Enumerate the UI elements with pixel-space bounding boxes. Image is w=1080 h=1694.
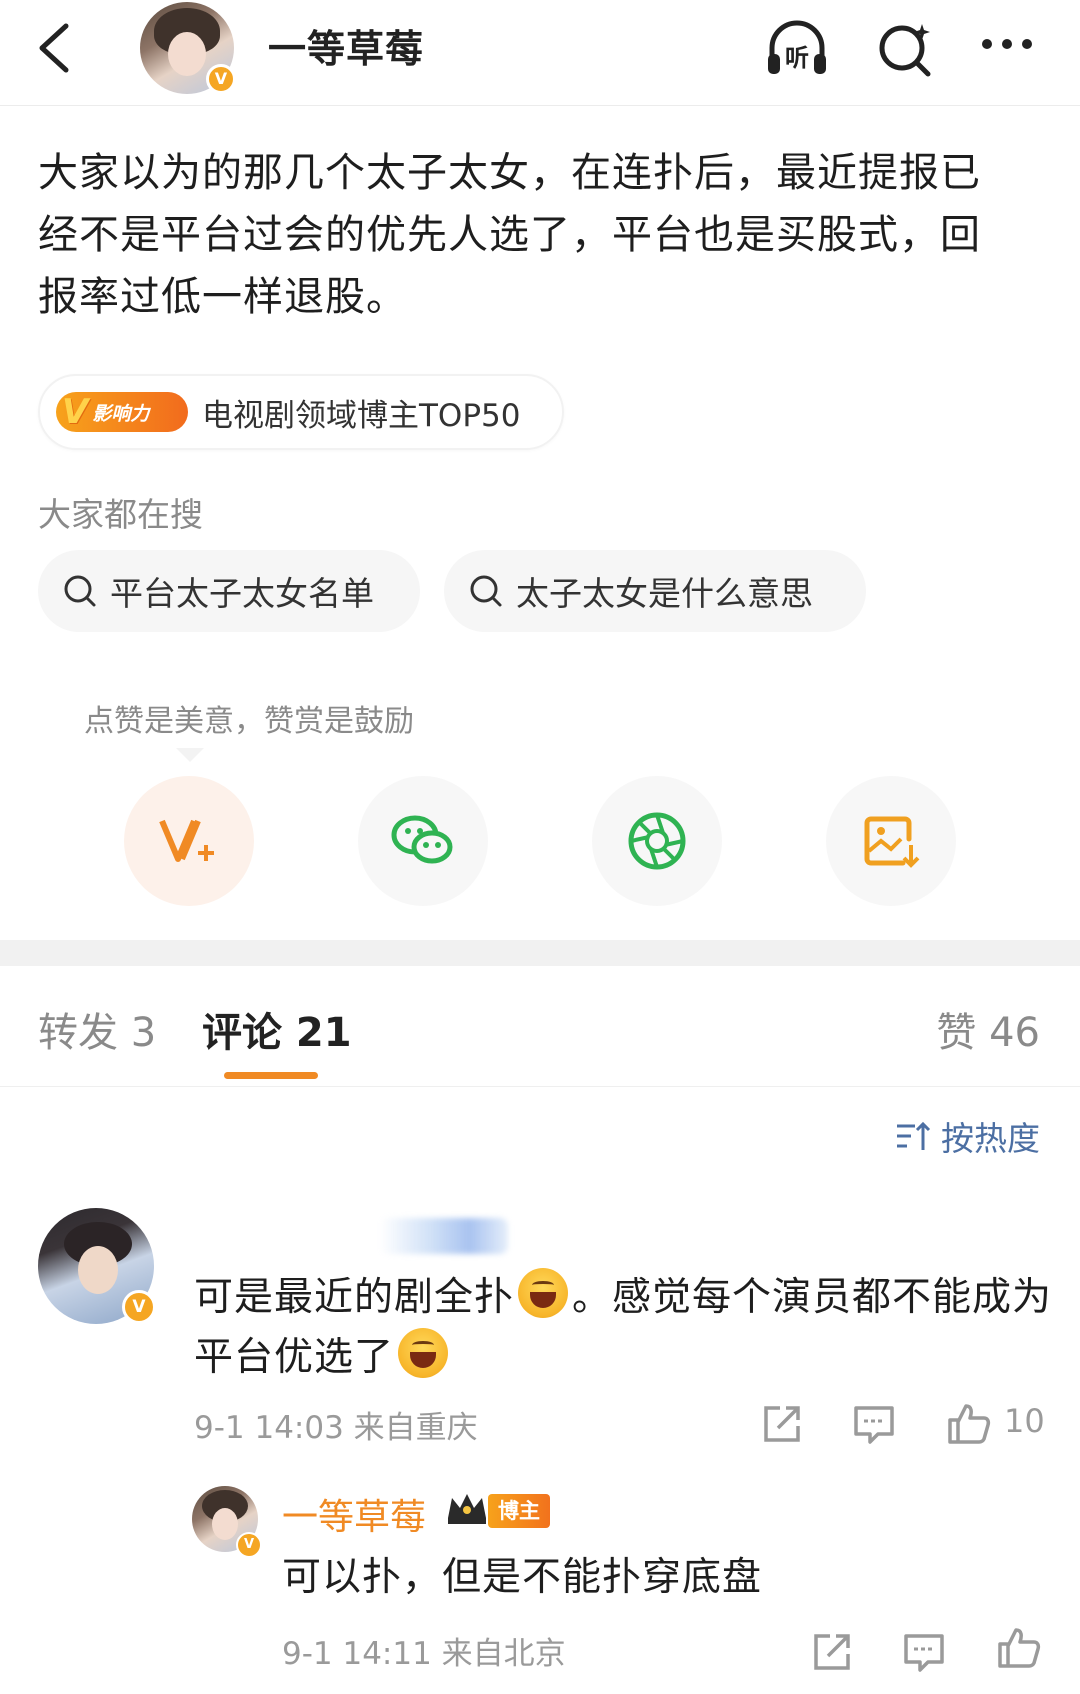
comment-text-part: 可是最近的剧全扑 bbox=[194, 1275, 515, 1320]
author-badge: 博主 bbox=[488, 1494, 550, 1528]
reward-tip: 点赞是美意，赞赏是鼓励 bbox=[84, 704, 414, 739]
share-wechat-button[interactable] bbox=[358, 776, 488, 906]
search-chip-label: 平台太子太女名单 bbox=[110, 574, 374, 613]
comment-icon[interactable] bbox=[852, 1402, 896, 1446]
reply-meta: 9-1 14:11 来自北京 bbox=[282, 1636, 566, 1672]
listen-icon[interactable]: 听 bbox=[762, 14, 832, 84]
reply-text: 可以扑，但是不能扑穿底盘 bbox=[282, 1555, 763, 1600]
search-chip[interactable]: 平台太子太女名单 bbox=[38, 550, 420, 632]
section-divider bbox=[0, 940, 1080, 966]
sort-label: 按热度 bbox=[941, 1119, 1040, 1158]
influence-label: 电视剧领域博主TOP50 bbox=[202, 397, 521, 434]
verified-badge: V bbox=[206, 64, 236, 94]
sort-icon bbox=[897, 1121, 931, 1150]
influence-tag[interactable]: V 影响力 电视剧领域博主TOP50 bbox=[38, 374, 564, 450]
share-moments-button[interactable] bbox=[592, 776, 722, 906]
wechat-icon bbox=[391, 815, 453, 864]
trending-search-title: 大家都在搜 bbox=[38, 495, 203, 534]
tab-like[interactable]: 赞 46 bbox=[936, 1000, 1040, 1058]
reward-button[interactable] bbox=[124, 776, 254, 906]
comment-meta: 9-1 14:03 来自重庆 bbox=[194, 1410, 478, 1446]
author-name[interactable]: 一等草莓 bbox=[268, 18, 424, 73]
share-icon[interactable] bbox=[760, 1402, 804, 1446]
like-count: 10 bbox=[1004, 1402, 1045, 1440]
laughing-emoji-icon bbox=[398, 1328, 449, 1378]
verified-badge: V bbox=[236, 1532, 262, 1558]
laughing-emoji-icon bbox=[518, 1268, 569, 1318]
tabs-divider bbox=[0, 1086, 1080, 1087]
share-icon[interactable] bbox=[810, 1630, 854, 1674]
search-icon bbox=[64, 575, 96, 607]
blurred-commenter-name bbox=[380, 1218, 508, 1254]
search-icon bbox=[470, 575, 502, 607]
reward-v-icon bbox=[159, 819, 214, 862]
comment-text: 可是最近的剧全扑 。感觉每个演员都不能成为平台优选了 bbox=[194, 1268, 1054, 1388]
tab-comment[interactable]: 评论 21 bbox=[202, 1000, 352, 1058]
replier-name[interactable]: 一等草莓 bbox=[282, 1488, 426, 1540]
search-icon[interactable] bbox=[872, 14, 942, 84]
svg-text:听: 听 bbox=[785, 44, 809, 72]
author-avatar[interactable]: V bbox=[140, 2, 238, 94]
search-chip[interactable]: 太子太女是什么意思 bbox=[444, 550, 866, 632]
back-icon[interactable] bbox=[30, 18, 80, 78]
crown-icon bbox=[444, 1488, 490, 1528]
more-icon[interactable] bbox=[975, 14, 1045, 84]
verified-badge: V bbox=[122, 1290, 156, 1324]
tab-repost[interactable]: 转发 3 bbox=[38, 1000, 156, 1058]
save-image-icon bbox=[864, 816, 920, 868]
like-icon[interactable] bbox=[994, 1624, 1041, 1668]
influence-badge-label: 影响力 bbox=[92, 402, 150, 425]
influence-badge: V 影响力 bbox=[56, 392, 188, 432]
influence-v-icon: V bbox=[62, 392, 89, 432]
moments-icon bbox=[628, 812, 686, 870]
comment-icon[interactable] bbox=[902, 1630, 946, 1674]
top-bar: V 一等草莓 听 bbox=[0, 0, 1080, 106]
post-text: 大家以为的那几个太子太女，在连扑后，最近提报已经不是平台过会的优先人选了，平台也… bbox=[38, 150, 981, 320]
save-image-button[interactable] bbox=[826, 776, 956, 906]
like-icon[interactable] bbox=[944, 1400, 991, 1444]
search-chip-label: 太子太女是什么意思 bbox=[516, 574, 813, 613]
sort-button[interactable]: 按热度 bbox=[895, 1112, 1040, 1160]
tip-pointer bbox=[176, 748, 204, 762]
active-tab-indicator bbox=[224, 1072, 318, 1079]
